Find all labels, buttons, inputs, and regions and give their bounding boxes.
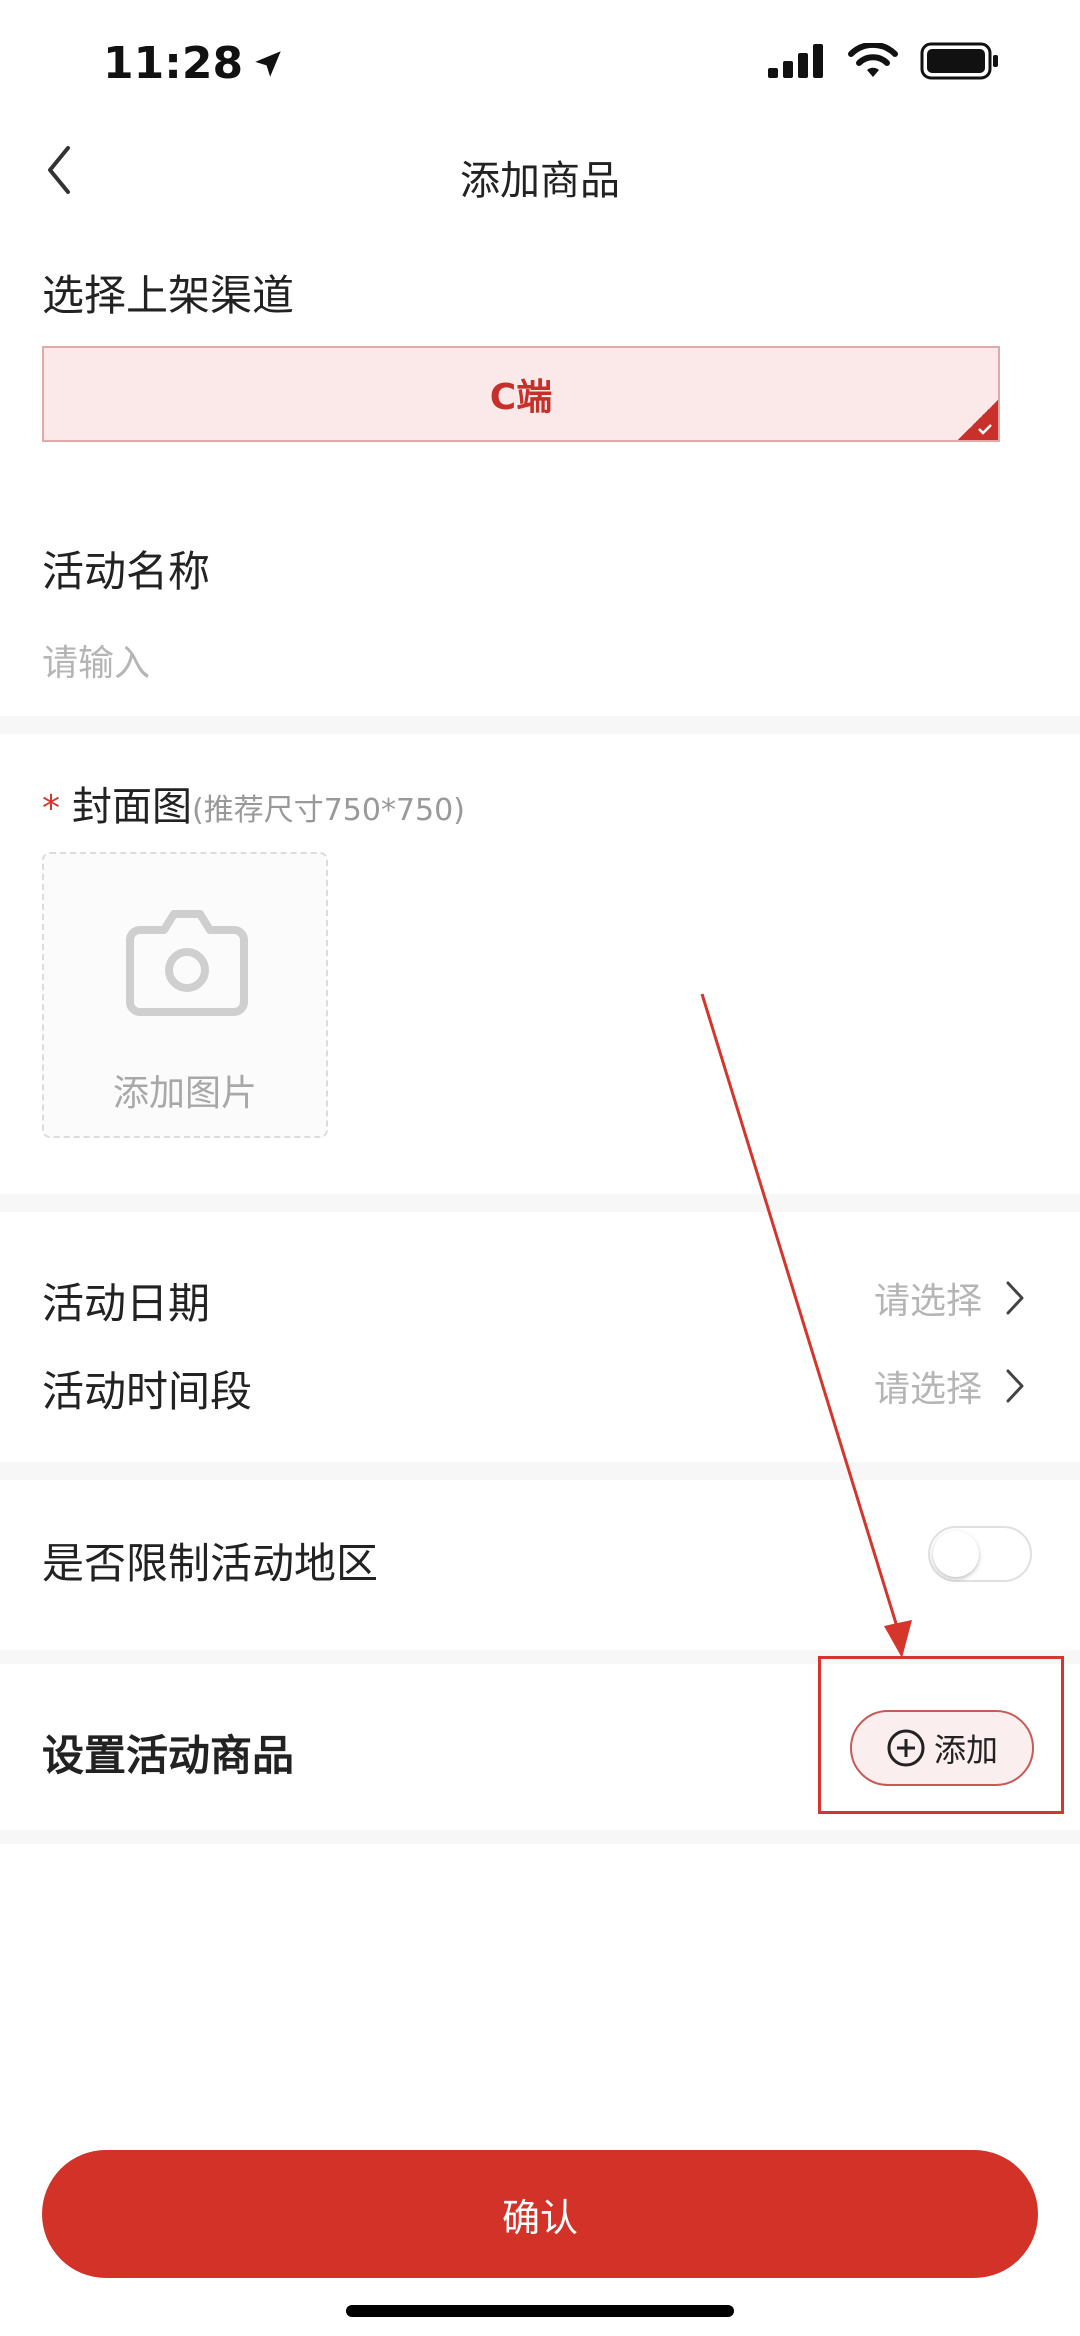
toggle-knob — [933, 1531, 979, 1577]
confirm-button[interactable]: 确认 — [42, 2150, 1038, 2278]
chevron-right-icon — [1006, 1281, 1024, 1315]
page-title: 添加商品 — [460, 158, 620, 204]
wifi-icon — [848, 43, 898, 77]
activity-time-label: 活动时间段 — [42, 1367, 253, 1416]
home-indicator — [346, 2305, 734, 2317]
required-mark: * — [42, 788, 60, 829]
status-time: 11:28 — [103, 38, 285, 89]
check-icon — [978, 424, 992, 435]
cover-title: * 封面图 (推荐尺寸750*750) — [42, 774, 465, 832]
region-limit-label: 是否限制活动地区 — [42, 1539, 379, 1588]
chevron-right-icon — [1006, 1369, 1024, 1403]
location-arrow-icon — [255, 50, 281, 77]
add-product-label: 添加 — [933, 1731, 998, 1769]
section-divider — [0, 716, 1080, 734]
section-divider — [0, 1830, 1080, 1844]
channel-option-label: C端 — [489, 377, 553, 418]
plus-circle-icon — [887, 1729, 925, 1767]
add-product-button[interactable]: 添加 — [850, 1710, 1034, 1786]
channel-label: 选择上架渠道 — [42, 271, 295, 320]
add-image-button[interactable]: 添加图片 — [42, 852, 328, 1138]
channel-option-c[interactable]: C端 — [42, 346, 1000, 442]
cover-hint: (推荐尺寸750*750) — [192, 793, 465, 828]
camera-icon — [126, 910, 248, 1016]
status-icons — [768, 42, 1000, 80]
add-image-text: 添加图片 — [112, 1073, 257, 1114]
cover-label: 封面图 — [72, 784, 192, 830]
time-text: 11:28 — [103, 38, 244, 89]
region-limit-toggle[interactable] — [928, 1526, 1032, 1582]
activity-name-label: 活动名称 — [42, 547, 211, 596]
products-label: 设置活动商品 — [42, 1731, 295, 1780]
cellular-signal-icon — [768, 44, 823, 78]
annotation-arrow-icon — [700, 993, 912, 1658]
battery-icon — [920, 42, 998, 80]
activity-date-label: 活动日期 — [42, 1279, 211, 1328]
activity-name-input[interactable]: 请输入 — [42, 634, 1002, 686]
